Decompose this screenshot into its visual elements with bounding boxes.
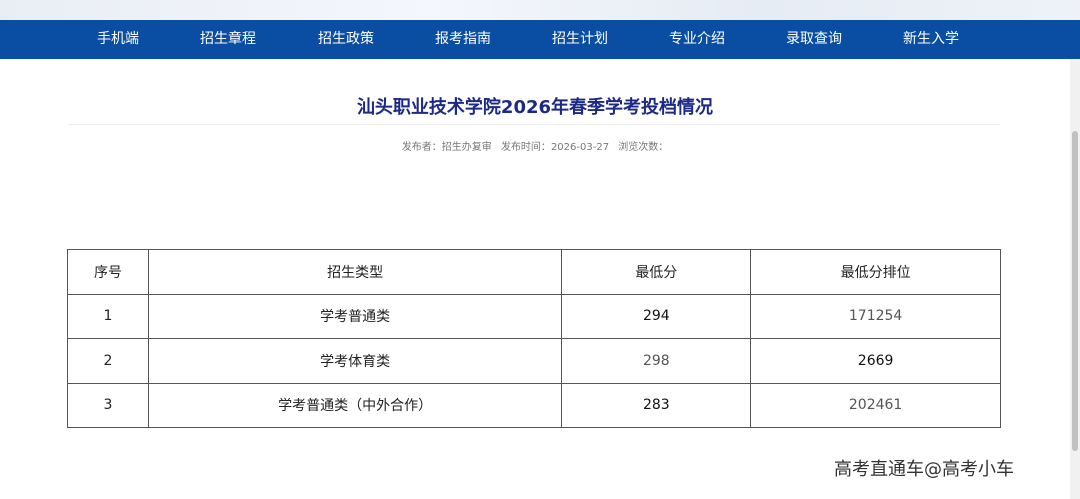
cell-category: 学考普通类（中外合作） [147,382,563,428]
header-min-rank: 最低分排位 [750,249,1001,295]
cell-min-rank: 2669 [750,338,1001,384]
cell-min-score: 294 [561,293,752,339]
header-index: 序号 [67,249,149,295]
nav-item-admission-policy[interactable]: 招生政策 [318,20,374,59]
watermark-text: 高考直通车@高考小车 [834,459,1014,480]
cell-index: 3 [67,382,149,428]
table-row: 2 学考体育类 298 2669 [67,338,1001,384]
table-row: 3 学考普通类（中外合作） 283 202461 [67,382,1001,428]
scrollbar-thumb[interactable] [1072,131,1078,451]
table-row: 1 学考普通类 294 171254 [67,293,1001,339]
cell-min-score: 283 [561,382,752,428]
header-category: 招生类型 [147,249,563,295]
cell-category: 学考普通类 [147,293,563,339]
nav-item-admission-query[interactable]: 录取查询 [786,20,842,59]
nav-item-mobile[interactable]: 手机端 [97,20,139,59]
header-min-score: 最低分 [561,249,752,295]
publisher-label: 发布者： [401,142,442,153]
top-banner-strip [0,0,1080,20]
nav-item-major-intro[interactable]: 专业介绍 [669,20,725,59]
page-scrollbar[interactable] [1070,59,1080,499]
nav-item-freshman-enrollment[interactable]: 新生入学 [903,20,959,59]
cell-index: 1 [67,293,149,339]
cell-category: 学考体育类 [147,338,563,384]
table-header-row: 序号 招生类型 最低分 最低分排位 [67,249,1001,295]
publish-time-info: 发布时间：2026-03-27 [501,142,609,153]
article-title: 汕头职业技术学院2026年春季学考投档情况 [356,97,714,118]
publisher-info: 发布者：招生办复审 [402,142,492,153]
cell-min-score: 298 [561,338,752,384]
nav-item-enrollment-plan[interactable]: 招生计划 [552,20,608,59]
nav-item-application-guide[interactable]: 报考指南 [435,20,491,59]
cell-min-rank: 171254 [750,293,1001,339]
cell-min-rank: 202461 [750,382,1001,428]
article-meta: 发布者：招生办复审 发布时间：2026-03-27 浏览次数： [0,138,1070,153]
views-label: 浏览次数： [618,142,669,153]
publisher-value: 招生办复审 [441,142,492,153]
nav-item-admission-charter[interactable]: 招生章程 [200,20,256,59]
main-navbar: 手机端 招生章程 招生政策 报考指南 招生计划 专业介绍 录取查询 新生入学 [0,20,1080,59]
title-divider [68,124,1000,125]
score-table: 序号 招生类型 最低分 最低分排位 1 学考普通类 294 171254 2 学… [67,249,1001,428]
publish-time-value: 2026-03-27 [550,142,610,153]
cell-index: 2 [67,338,149,384]
publish-time-label: 发布时间： [500,142,551,153]
